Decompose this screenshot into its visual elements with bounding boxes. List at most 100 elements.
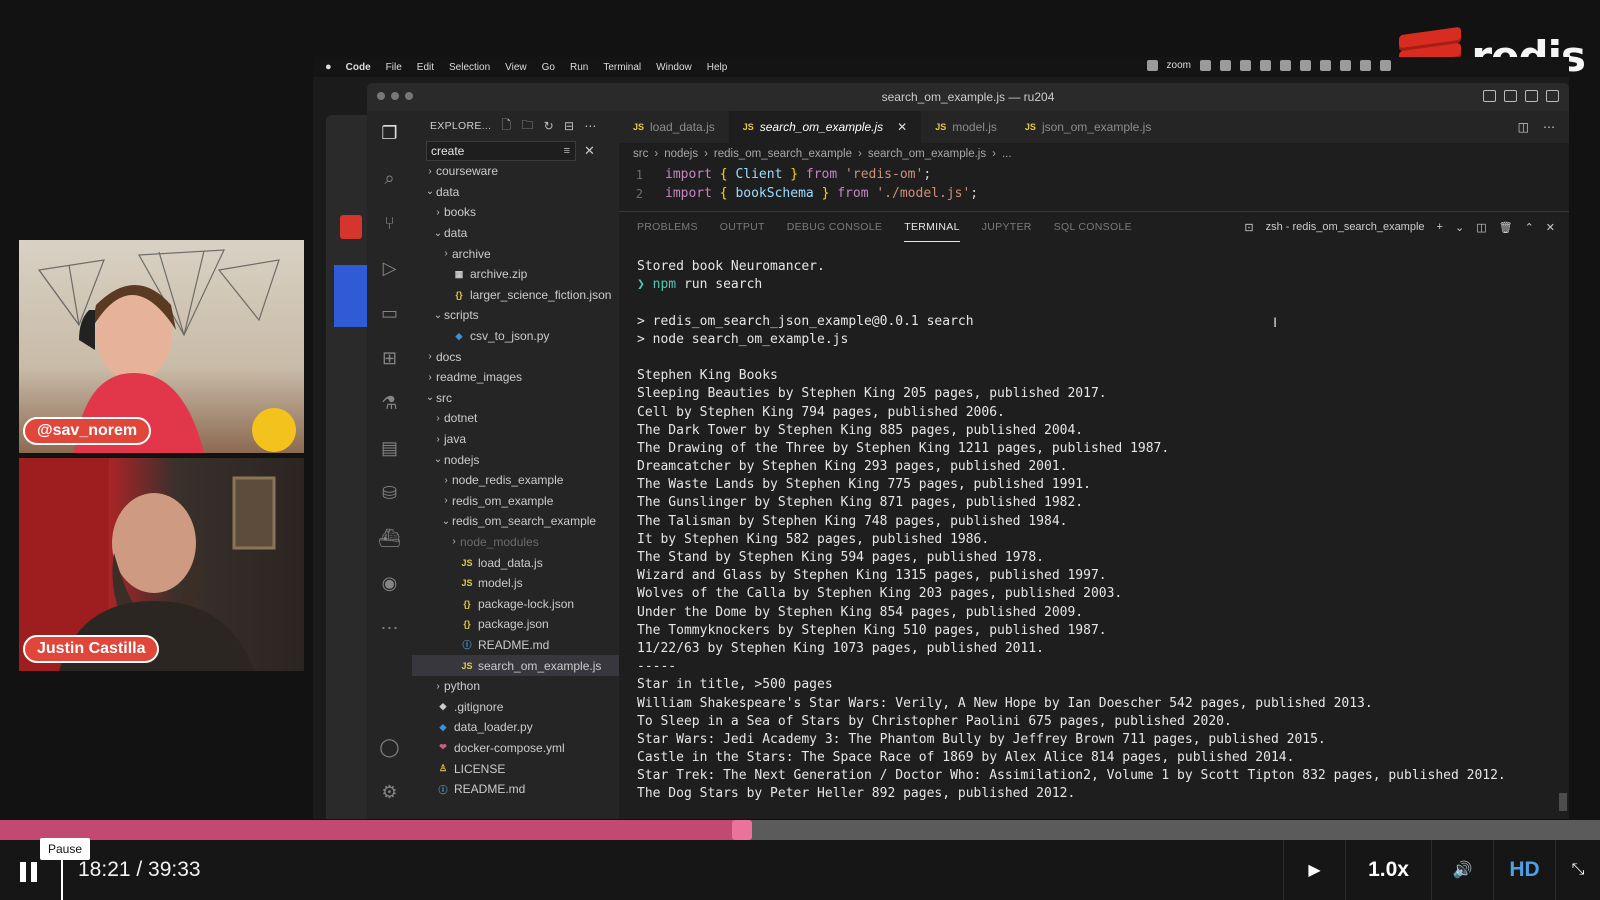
editor-more-icon[interactable]: ⋯ — [1543, 120, 1555, 134]
control-center-icon[interactable] — [1380, 60, 1391, 71]
tree-folder[interactable]: › courseware — [412, 161, 619, 182]
tab-model[interactable]: JS model.js — [921, 111, 1011, 143]
split-editor-icon[interactable]: ◫ — [1518, 120, 1529, 134]
wifi-icon[interactable] — [1360, 60, 1371, 71]
tree-folder[interactable]: › python — [412, 676, 619, 697]
breadcrumb-item[interactable]: src — [633, 148, 648, 160]
menu-view[interactable]: View — [505, 62, 527, 73]
account-icon[interactable]: ◯ — [367, 725, 412, 770]
tree-folder[interactable]: › books — [412, 202, 619, 223]
refresh-icon[interactable]: ↻ — [544, 119, 554, 133]
split-terminal-icon[interactable]: ◫ — [1476, 221, 1486, 234]
zoom-tray-label[interactable]: zoom — [1167, 60, 1191, 71]
tab-search-om-example[interactable]: JS search_om_example.js ✕ — [728, 111, 922, 143]
toggle-sidebar-icon[interactable] — [1483, 90, 1496, 102]
tree-folder[interactable]: ⌄ redis_om_search_example — [412, 511, 619, 532]
tree-file[interactable]: JS model.js — [412, 573, 619, 594]
tree-file[interactable]: ▦ archive.zip — [412, 264, 619, 285]
tray-icon[interactable] — [1260, 60, 1271, 71]
tree-folder[interactable]: › node_redis_example — [412, 470, 619, 491]
code-editor[interactable]: 1 import { Client } from 'redis-om'; 2 i… — [619, 165, 1569, 209]
tree-folder[interactable]: ⌄ nodejs — [412, 449, 619, 470]
tray-icon[interactable] — [1200, 60, 1211, 71]
remote-explorer-icon[interactable]: ▭ — [367, 291, 412, 336]
tab-problems[interactable]: PROBLEMS — [637, 212, 698, 242]
terminal-output[interactable]: Stored book Neuromancer. ❯ npm run search… — [619, 242, 1569, 804]
explorer-icon[interactable]: ❐ — [367, 111, 412, 156]
search-icon[interactable]: ⌕ — [367, 156, 412, 201]
tree-file[interactable]: {} larger_science_fiction.json — [412, 285, 619, 306]
tree-file[interactable]: ◆ .gitignore — [412, 696, 619, 717]
chevron-down-icon[interactable]: ⌄ — [1455, 221, 1464, 234]
tree-folder[interactable]: ⌄ data — [412, 223, 619, 244]
fullscreen-exit-button[interactable]: ⤡ — [1555, 840, 1600, 900]
breadcrumb-item[interactable]: ... — [1002, 148, 1012, 160]
battery-icon[interactable] — [1340, 60, 1351, 71]
tree-file[interactable]: ⓘ README.md — [412, 779, 619, 800]
filter-input[interactable]: create ≡ — [426, 141, 576, 161]
tab-load-data[interactable]: JS load_data.js — [619, 111, 729, 143]
tree-file[interactable]: ⓘ README.md — [412, 635, 619, 656]
run-debug-icon[interactable]: ▷ — [367, 246, 412, 291]
menu-go[interactable]: Go — [542, 62, 555, 73]
tree-file[interactable]: {} package-lock.json — [412, 593, 619, 614]
progress-knob[interactable] — [732, 820, 752, 840]
menu-selection[interactable]: Selection — [449, 62, 490, 73]
terminal-shell-label[interactable]: zsh - redis_om_search_example — [1266, 221, 1425, 233]
menu-terminal[interactable]: Terminal — [603, 62, 641, 73]
menu-window[interactable]: Window — [656, 62, 692, 73]
close-filter-icon[interactable]: ✕ — [584, 143, 595, 159]
tree-folder[interactable]: ⌄ data — [412, 182, 619, 203]
new-file-icon[interactable]: 🗋 — [501, 116, 511, 137]
docker-icon[interactable]: ⛴ — [367, 516, 412, 561]
quality-button[interactable]: HD — [1493, 840, 1555, 900]
volume-icon[interactable] — [1320, 60, 1331, 71]
apple-icon[interactable]: ● — [325, 61, 332, 73]
tree-file[interactable]: JS search_om_example.js — [412, 655, 619, 676]
tab-terminal[interactable]: TERMINAL — [904, 212, 960, 242]
tree-file[interactable]: {} package.json — [412, 614, 619, 635]
tree-file[interactable]: JS load_data.js — [412, 552, 619, 573]
tree-folder[interactable]: › docs — [412, 346, 619, 367]
new-terminal-icon[interactable]: + — [1437, 221, 1443, 233]
breadcrumb-item[interactable]: nodejs — [664, 148, 698, 160]
tab-jupyter[interactable]: JUPYTER — [982, 212, 1032, 242]
menu-edit[interactable]: Edit — [417, 62, 434, 73]
close-tab-icon[interactable]: ✕ — [897, 120, 907, 134]
terminal-scrollbar[interactable] — [1559, 793, 1567, 811]
pause-button[interactable] — [20, 862, 40, 882]
tray-icon[interactable] — [1300, 60, 1311, 71]
next-button[interactable]: ▶ — [1283, 840, 1345, 900]
more-actions-icon[interactable]: ⋯ — [584, 119, 596, 133]
tray-icon[interactable] — [1220, 60, 1231, 71]
tray-icon[interactable] — [1280, 60, 1291, 71]
tree-file[interactable]: ◆ data_loader.py — [412, 717, 619, 738]
speed-button[interactable]: 1.0x — [1345, 840, 1431, 900]
tree-file[interactable]: ❤ docker-compose.yml — [412, 738, 619, 759]
tree-folder[interactable]: › java — [412, 429, 619, 450]
tree-file[interactable]: ◆ csv_to_json.py — [412, 326, 619, 347]
github-icon[interactable]: ◉ — [367, 561, 412, 606]
tree-folder[interactable]: › node_modules — [412, 532, 619, 553]
menu-file[interactable]: File — [386, 62, 402, 73]
tab-json-om-example[interactable]: JS json_om_example.js — [1011, 111, 1165, 143]
menu-help[interactable]: Help — [707, 62, 728, 73]
filter-mode-icon[interactable]: ≡ — [564, 142, 570, 160]
video-progress-bar[interactable] — [0, 820, 1600, 840]
breadcrumb-item[interactable]: redis_om_search_example — [714, 148, 852, 160]
extensions-icon[interactable]: ⊞ — [367, 336, 412, 381]
breadcrumb-item[interactable]: search_om_example.js — [868, 148, 986, 160]
tree-folder[interactable]: › redis_om_example — [412, 491, 619, 512]
tree-file[interactable]: ♙ LICENSE — [412, 758, 619, 779]
tree-folder[interactable]: › readme_images — [412, 367, 619, 388]
screen-share-icon[interactable] — [1146, 60, 1158, 71]
kill-terminal-icon[interactable]: 🗑 — [1499, 221, 1513, 234]
menu-app-code[interactable]: Code — [346, 62, 371, 73]
toggle-panel-icon[interactable] — [1504, 90, 1517, 102]
tab-sql-console[interactable]: SQL CONSOLE — [1054, 212, 1132, 242]
database-icon[interactable]: ⛁ — [367, 471, 412, 516]
tab-output[interactable]: OUTPUT — [720, 212, 765, 242]
tree-folder[interactable]: › dotnet — [412, 408, 619, 429]
testing-icon[interactable]: ⚗ — [367, 381, 412, 426]
tree-folder[interactable]: ⌄ src — [412, 388, 619, 409]
